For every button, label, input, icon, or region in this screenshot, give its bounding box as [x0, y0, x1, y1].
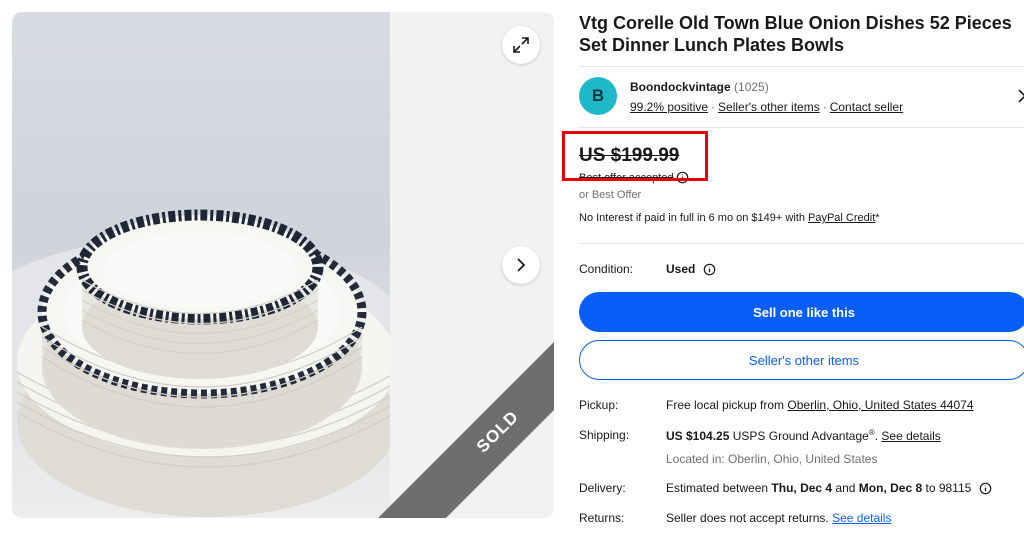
seller-name-row: Boondockvintage (1025)	[630, 80, 769, 94]
sell-one-like-this-button[interactable]: Sell one like this	[579, 292, 1024, 332]
seller-card[interactable]: B Boondockvintage (1025) 99.2% positive ·…	[579, 66, 1024, 128]
expand-button[interactable]	[502, 26, 540, 64]
seller-avatar: B	[579, 77, 617, 115]
seller-feedback-count: (1025)	[734, 80, 769, 94]
seller-name[interactable]: Boondockvintage	[630, 80, 731, 94]
image-gallery: SOLD	[12, 12, 554, 518]
plates-illustration	[12, 209, 390, 517]
product-photo[interactable]	[12, 12, 390, 518]
credit-suffix: *	[875, 212, 880, 224]
returns-see-details-link[interactable]: See details	[832, 511, 891, 525]
next-image-button[interactable]	[502, 246, 540, 284]
chevron-right-icon	[517, 258, 526, 272]
positive-feedback-link[interactable]: 99.2% positive	[630, 100, 708, 114]
info-icon[interactable]	[979, 482, 992, 495]
shipping-amount: US $104.25	[666, 429, 730, 443]
shipping-see-details-link[interactable]: See details	[881, 429, 940, 443]
or-best-offer: or Best Offer	[579, 189, 642, 201]
chevron-right-icon[interactable]	[1015, 87, 1024, 105]
returns-value: Seller does not accept returns. See deta…	[666, 511, 891, 525]
delivery-label: Delivery:	[579, 481, 626, 495]
condition-label: Condition:	[579, 262, 634, 276]
info-icon[interactable]	[703, 263, 716, 276]
delivery-and: and	[832, 481, 859, 495]
pickup-text: Free local pickup from	[666, 398, 788, 412]
returns-text: Seller does not accept returns.	[666, 511, 833, 525]
returns-label: Returns:	[579, 511, 625, 525]
contact-seller-link[interactable]: Contact seller	[830, 100, 903, 114]
pickup-label: Pickup:	[579, 398, 619, 412]
condition-value-row: Used	[666, 262, 716, 276]
credit-text: No Interest if paid in full in 6 mo on $…	[579, 212, 808, 224]
separator: ·	[711, 100, 716, 114]
seller-links: 99.2% positive · Seller's other items · Cont…	[630, 100, 903, 114]
paypal-credit-link[interactable]: PayPal Credit	[808, 212, 875, 224]
shipping-location: Located in: Oberlin, Ohio, United States	[666, 452, 878, 466]
delivery-start: Thu, Dec 4	[771, 481, 833, 495]
divider	[579, 243, 1024, 244]
paypal-credit-note: No Interest if paid in full in 6 mo on $…	[579, 212, 880, 224]
delivery-end: Mon, Dec 8	[858, 481, 923, 495]
condition-value: Used	[666, 262, 696, 276]
seller-other-items-link[interactable]: Seller's other items	[718, 100, 820, 114]
price-highlight-box	[562, 131, 708, 181]
pickup-location-link[interactable]: Oberlin, Ohio, United States 44074	[787, 398, 973, 412]
separator: ·	[822, 100, 827, 114]
listing-title: Vtg Corelle Old Town Blue Onion Dishes 5…	[579, 13, 1012, 55]
shipping-service: USPS Ground Advantage	[729, 429, 869, 443]
shipping-value: US $104.25 USPS Ground Advantage®. See d…	[666, 428, 941, 443]
sellers-other-items-button[interactable]: Seller's other items	[579, 340, 1024, 380]
shipping-label: Shipping:	[579, 428, 630, 442]
expand-icon	[513, 37, 529, 53]
delivery-prefix: Estimated between	[666, 481, 772, 495]
pickup-value: Free local pickup from Oberlin, Ohio, Un…	[666, 398, 974, 412]
sold-ribbon: SOLD	[371, 305, 554, 518]
delivery-suffix: to 98115	[922, 481, 972, 495]
delivery-value: Estimated between Thu, Dec 4 and Mon, De…	[666, 481, 992, 495]
